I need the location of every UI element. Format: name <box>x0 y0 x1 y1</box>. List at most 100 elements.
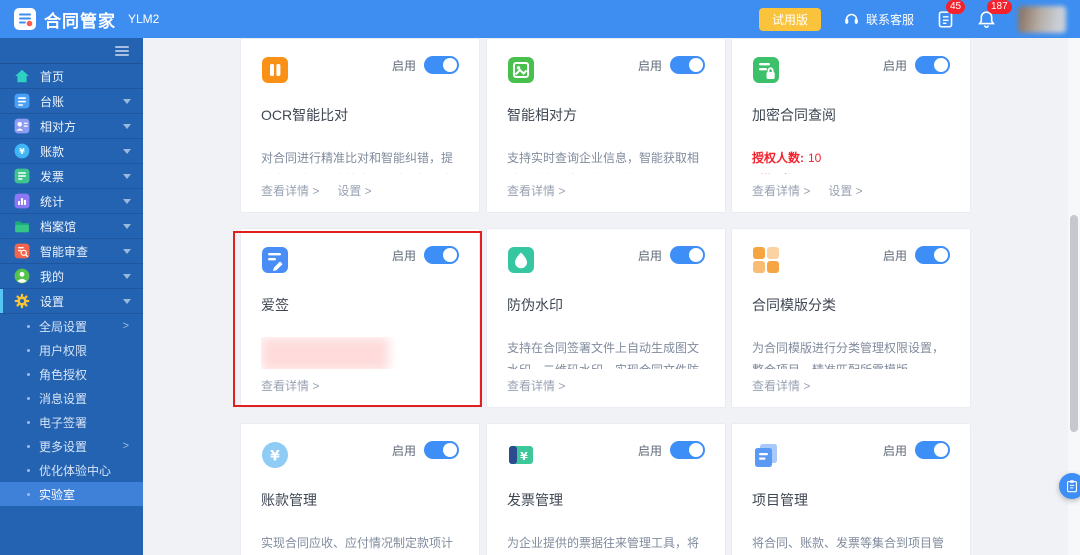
encrypted-contract-icon <box>752 56 780 89</box>
sidebar-item-archives[interactable]: 档案馆 <box>0 214 143 239</box>
bullet-dot <box>27 468 30 472</box>
sidebar-item-statistics[interactable]: 统计 <box>0 189 143 214</box>
sidebar-subitem-label: 实验室 <box>39 487 76 502</box>
enable-label: 启用 <box>882 248 907 263</box>
floating-clipboard-button[interactable] <box>1059 473 1080 499</box>
sidebar-subitem-label: 优化体验中心 <box>39 463 112 478</box>
sidebar-item-smart-review[interactable]: 智能审查 <box>0 239 143 264</box>
svg-text:¥: ¥ <box>270 449 280 465</box>
sidebar-item-mine[interactable]: 我的 <box>0 264 143 289</box>
sidebar-item-counterparty[interactable]: 相对方 <box>0 114 143 139</box>
view-details-link[interactable]: 查看详情 > <box>507 377 565 394</box>
enable-toggle[interactable] <box>670 441 705 459</box>
contact-support-label: 联系客服 <box>865 12 914 27</box>
card-meta: 授权人数: 10 <box>752 151 822 165</box>
sidebar-subitem-message-settings[interactable]: 消息设置 <box>0 386 143 410</box>
bullet-dot <box>27 348 30 352</box>
chevron-down-icon <box>123 98 131 104</box>
view-details-link[interactable]: 查看详情 > <box>261 377 319 394</box>
archive-icon <box>14 218 30 234</box>
sidebar-item-ledger[interactable]: 台账 <box>0 89 143 114</box>
card-links: 查看详情 > <box>752 377 950 394</box>
enable-label: 启用 <box>882 58 907 73</box>
sidebar-subitem-e-signature[interactable]: 电子签署 <box>0 410 143 434</box>
bullet-dot <box>27 396 30 400</box>
toggle-knob <box>689 58 703 72</box>
invoice-icon <box>14 168 30 184</box>
sidebar-subitem-more-settings[interactable]: 更多设置 > <box>0 434 143 458</box>
sidebar-subitem-role-authorization[interactable]: 角色授权 <box>0 362 143 386</box>
sidebar-subitem-user-permissions[interactable]: 用户权限 <box>0 338 143 362</box>
esign-icon <box>261 246 289 279</box>
sidebar-item-invoices[interactable]: 发票 <box>0 164 143 189</box>
chevron-down-icon <box>123 148 131 154</box>
card-body: 将合同、账款、发票等集合到项目管理，可以快速了解项目的盈亏状态。 <box>752 532 950 555</box>
card-body: 为合同模版进行分类管理权限设置，整合项目，精准匹配所需模版。 <box>752 337 950 369</box>
user-avatar[interactable] <box>1018 5 1066 33</box>
enable-toggle[interactable] <box>670 56 705 74</box>
feature-card-smart-counterparty: 启用智能相对方支持实时查询企业信息，智能获取相对方税务信息，并可重复调用。套餐数… <box>486 38 726 213</box>
counterparty-icon <box>14 118 30 134</box>
trial-badge[interactable]: 试用版 <box>758 7 821 31</box>
contact-support-button[interactable]: 联系客服 <box>843 11 914 28</box>
sidebar-item-home[interactable]: 首页 <box>0 64 143 89</box>
enable-toggle[interactable] <box>424 56 459 74</box>
svg-text:¥: ¥ <box>19 147 25 156</box>
card-links: 查看详情 > <box>261 377 459 394</box>
toggle-knob <box>443 443 457 457</box>
chevron-down-icon <box>123 223 131 229</box>
view-details-link[interactable]: 查看详情 > <box>261 182 319 199</box>
card-body <box>261 337 459 369</box>
card-links: 查看详情 > 设置 > <box>752 182 950 199</box>
ocr-icon <box>261 56 289 89</box>
settings-link[interactable]: 设置 > <box>337 182 371 199</box>
bullet-dot <box>27 324 30 328</box>
toggle-knob <box>934 248 948 262</box>
clipboard-icon <box>1066 480 1078 493</box>
enable-toggle[interactable] <box>670 246 705 264</box>
ledger-icon <box>14 93 30 109</box>
view-details-link[interactable]: 查看详情 > <box>507 182 565 199</box>
view-details-link[interactable]: 查看详情 > <box>752 377 810 394</box>
sidebar-item-payments[interactable]: ¥ 账款 <box>0 139 143 164</box>
chevron-down-icon <box>123 173 131 179</box>
scrollbar-thumb[interactable] <box>1070 215 1078 432</box>
card-body: 实现合同应收、应付情况制定款项计划周期，实时掌握资金流，提高企业资金流动性。 <box>261 532 459 555</box>
app-logo: 合同管家 <box>14 7 116 32</box>
sidebar-item-label: 首页 <box>40 69 65 84</box>
sidebar-item-settings[interactable]: 设置 <box>0 289 143 314</box>
notification-count-badge: 187 <box>987 0 1012 14</box>
card-title: 智能相对方 <box>507 107 577 123</box>
enable-toggle[interactable] <box>424 441 459 459</box>
card-description: 对合同进行精准比对和智能纠错，提高审阅效率，防范法律风险，帮助企业实现合同智能审… <box>261 151 454 174</box>
enable-toggle[interactable] <box>915 56 950 74</box>
enable-toggle[interactable] <box>424 246 459 264</box>
payments-icon: ¥ <box>14 143 30 159</box>
card-description: 支持实时查询企业信息，智能获取相对方税务信息，并可重复调用。 <box>507 151 700 174</box>
card-title: 账款管理 <box>261 492 317 508</box>
sidebar-subitem-global-settings[interactable]: 全局设置 > <box>0 314 143 338</box>
chevron-down-icon <box>123 123 131 129</box>
smart-counterparty-icon <box>507 56 535 89</box>
chevron-down-icon <box>123 298 131 304</box>
collapse-sidebar-icon[interactable] <box>115 44 129 58</box>
main-content: 启用 OCR智能比对对合同进行精准比对和智能纠错，提高审阅效率，防范法律风险，帮助… <box>143 38 1080 555</box>
card-title: OCR智能比对 <box>261 107 349 123</box>
memo-button[interactable]: 45 <box>936 0 966 29</box>
toggle-knob <box>689 443 703 457</box>
settings-link[interactable]: 设置 > <box>828 182 862 199</box>
sidebar-subitem-laboratory[interactable]: 实验室 <box>0 482 143 506</box>
bullet-dot <box>27 420 30 424</box>
svg-text:¥: ¥ <box>520 450 528 463</box>
enable-label: 启用 <box>637 443 662 458</box>
enable-toggle[interactable] <box>915 441 950 459</box>
sidebar-item-label: 统计 <box>40 194 65 209</box>
card-description: 为企业提供的票据往来管理工具，将开票、收票在线集中流程管理。 <box>507 536 700 550</box>
notifications-button[interactable]: 187 <box>977 0 1012 29</box>
sidebar-subitem-optimization-center[interactable]: 优化体验中心 <box>0 458 143 482</box>
watermark-icon <box>507 246 535 279</box>
enable-label: 启用 <box>391 248 416 263</box>
view-details-link[interactable]: 查看详情 > <box>752 182 810 199</box>
card-description: 将合同、账款、发票等集合到项目管理，可以快速了解项目的盈亏状态。 <box>752 536 945 550</box>
enable-toggle[interactable] <box>915 246 950 264</box>
